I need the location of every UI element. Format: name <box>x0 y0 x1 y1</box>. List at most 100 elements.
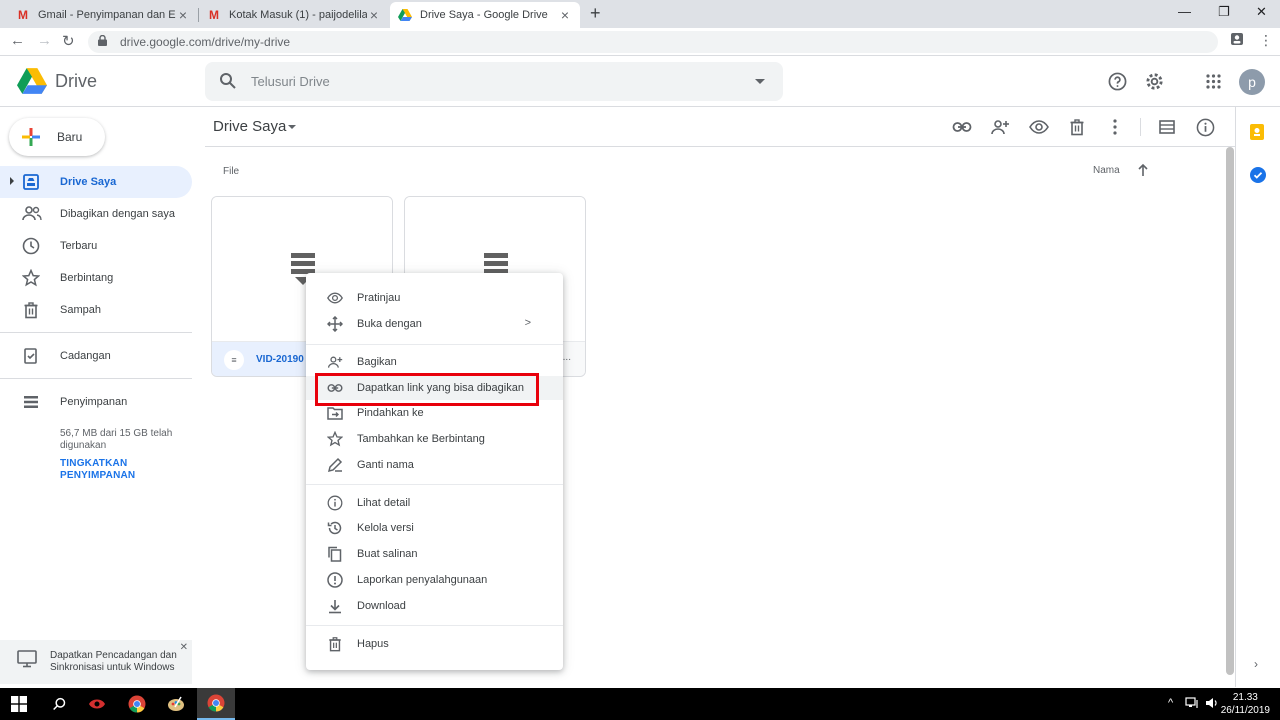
clock-time: 21.33 <box>1232 692 1258 703</box>
sidebar-item-storage[interactable]: Penyimpanan <box>0 386 192 418</box>
menu-item-label: Tambahkan ke Berbintang <box>357 433 485 445</box>
chevron-right-icon[interactable]: › <box>1254 657 1258 671</box>
url-bar[interactable]: drive.google.com/drive/my-drive <box>88 31 1218 53</box>
sort-by-name[interactable]: Nama <box>1093 165 1120 176</box>
vertical-scrollbar[interactable] <box>1226 147 1234 675</box>
computer-icon <box>17 650 37 673</box>
menu-item-rename[interactable]: Ganti nama <box>306 453 563 477</box>
sort-arrow-up-icon[interactable] <box>1137 163 1149 182</box>
keep-icon[interactable] <box>1250 124 1266 140</box>
browser-menu-icon[interactable]: ⋮ <box>1259 32 1273 49</box>
star-icon <box>21 268 41 290</box>
settings-gear-icon[interactable] <box>1145 72 1164 96</box>
tray-chevron-up-icon[interactable]: ^ <box>1168 697 1173 709</box>
chrome-taskbar-icon[interactable] <box>118 688 156 720</box>
backup-sync-promo[interactable]: Dapatkan Pencadangan dan Sinkronisasi un… <box>0 640 192 684</box>
toolbar-divider <box>205 146 1235 147</box>
new-button[interactable]: Baru <box>9 118 105 156</box>
search-options-icon[interactable] <box>755 79 765 84</box>
menu-item-preview[interactable]: Pratinjau <box>306 286 563 310</box>
chrome-active-taskbar-icon[interactable] <box>197 688 235 720</box>
menu-item-make-copy[interactable]: Buat salinan <box>306 542 563 566</box>
windows-start-icon[interactable] <box>0 688 38 720</box>
avatar[interactable]: p <box>1239 69 1265 95</box>
pencil-icon <box>327 457 343 473</box>
file-name: VID-20190 <box>256 354 304 365</box>
sidebar-divider <box>0 378 192 379</box>
volume-icon[interactable] <box>1205 697 1219 712</box>
page-title[interactable]: Drive Saya <box>213 118 286 135</box>
sidebar-item-label: Cadangan <box>60 350 111 362</box>
sidebar-item-shared-with-me[interactable]: Dibagikan dengan saya <box>0 198 192 230</box>
side-panel: › <box>1235 107 1280 687</box>
file-type-icon: ≡ <box>224 350 244 370</box>
trash-icon <box>327 636 343 652</box>
app-name[interactable]: Drive <box>55 71 97 92</box>
browser-tab-gmail[interactable]: M Gmail - Penyimpanan dan Email G × <box>8 2 198 28</box>
menu-item-manage-versions[interactable]: Kelola versi <box>306 516 563 540</box>
close-icon[interactable]: ✕ <box>180 642 188 653</box>
sidebar-item-backups[interactable]: Cadangan <box>0 340 192 372</box>
search-input[interactable]: Telusuri Drive <box>251 74 330 89</box>
window-close-icon[interactable]: ✕ <box>1256 4 1267 20</box>
folder-move-icon <box>327 405 343 421</box>
people-icon <box>22 205 42 226</box>
menu-item-open-with[interactable]: Buka dengan > <box>306 312 563 336</box>
maximize-icon[interactable]: ❐ <box>1218 4 1230 20</box>
info-icon <box>327 495 343 511</box>
upgrade-storage-link[interactable]: TINGKATKAN PENYIMPANAN <box>60 458 180 482</box>
drive-logo-icon[interactable] <box>17 68 47 99</box>
browser-tab-inbox[interactable]: M Kotak Masuk (1) - paijodelilah5@ × <box>199 2 389 28</box>
menu-item-download[interactable]: Download <box>306 594 563 618</box>
tab-close-icon[interactable]: × <box>367 7 381 23</box>
list-view-icon[interactable] <box>1158 118 1176 141</box>
search-bar[interactable]: Telusuri Drive <box>205 62 783 101</box>
sidebar-item-recent[interactable]: Terbaru <box>0 230 192 262</box>
forward-icon[interactable]: → <box>37 32 52 49</box>
url-text: drive.google.com/drive/my-drive <box>120 35 291 49</box>
sidebar-item-my-drive[interactable]: Drive Saya <box>0 166 192 198</box>
menu-divider <box>306 344 563 345</box>
menu-item-label: Buat salinan <box>357 548 418 560</box>
search-icon[interactable] <box>219 72 237 95</box>
help-icon[interactable] <box>1108 72 1127 96</box>
back-icon[interactable]: ← <box>10 32 25 49</box>
paint-taskbar-icon[interactable] <box>157 688 195 720</box>
tasks-icon[interactable] <box>1250 167 1266 183</box>
share-person-add-icon[interactable] <box>990 118 1010 141</box>
apps-grid-icon[interactable] <box>1206 74 1221 94</box>
more-actions-icon[interactable] <box>1108 118 1122 141</box>
menu-item-delete[interactable]: Hapus <box>306 632 563 656</box>
menu-item-share[interactable]: Bagikan <box>306 350 563 374</box>
sidebar-item-trash[interactable]: Sampah <box>0 294 192 326</box>
taskbar-search-icon[interactable] <box>40 688 78 720</box>
menu-item-label: Lihat detail <box>357 497 411 509</box>
menu-item-label: Hapus <box>357 638 389 650</box>
preview-eye-icon[interactable] <box>1029 118 1049 141</box>
star-icon <box>326 430 344 447</box>
get-link-icon[interactable] <box>952 118 972 141</box>
taskbar-app-icon[interactable] <box>78 688 116 720</box>
tab-close-icon[interactable]: × <box>176 7 190 23</box>
profile-icon[interactable] <box>1230 32 1244 49</box>
menu-item-label: Bagikan <box>357 356 397 368</box>
menu-item-add-to-starred[interactable]: Tambahkan ke Berbintang <box>306 427 563 451</box>
menu-item-report-abuse[interactable]: Laporkan penyalahgunaan <box>306 568 563 592</box>
download-icon <box>327 598 343 614</box>
menu-item-label: Pindahkan ke <box>357 407 424 419</box>
expand-caret-icon[interactable] <box>10 177 14 185</box>
tab-close-icon[interactable]: × <box>558 7 572 23</box>
chevron-down-icon[interactable] <box>288 125 296 129</box>
browser-tab-drive[interactable]: Drive Saya - Google Drive × <box>390 2 580 28</box>
new-tab-button[interactable]: + <box>590 3 601 24</box>
delete-trash-icon[interactable] <box>1068 118 1086 141</box>
sidebar-item-label: Drive Saya <box>60 176 117 188</box>
details-info-icon[interactable] <box>1196 118 1215 142</box>
minimize-icon[interactable]: — <box>1178 4 1191 19</box>
network-icon[interactable] <box>1185 697 1199 712</box>
reload-icon[interactable]: ↻ <box>62 32 75 50</box>
sidebar-item-starred[interactable]: Berbintang <box>0 262 192 294</box>
taskbar-clock[interactable]: 21.33 26/11/2019 <box>1221 691 1270 717</box>
gmail-icon: M <box>18 8 28 22</box>
menu-item-view-details[interactable]: Lihat detail <box>306 491 563 515</box>
